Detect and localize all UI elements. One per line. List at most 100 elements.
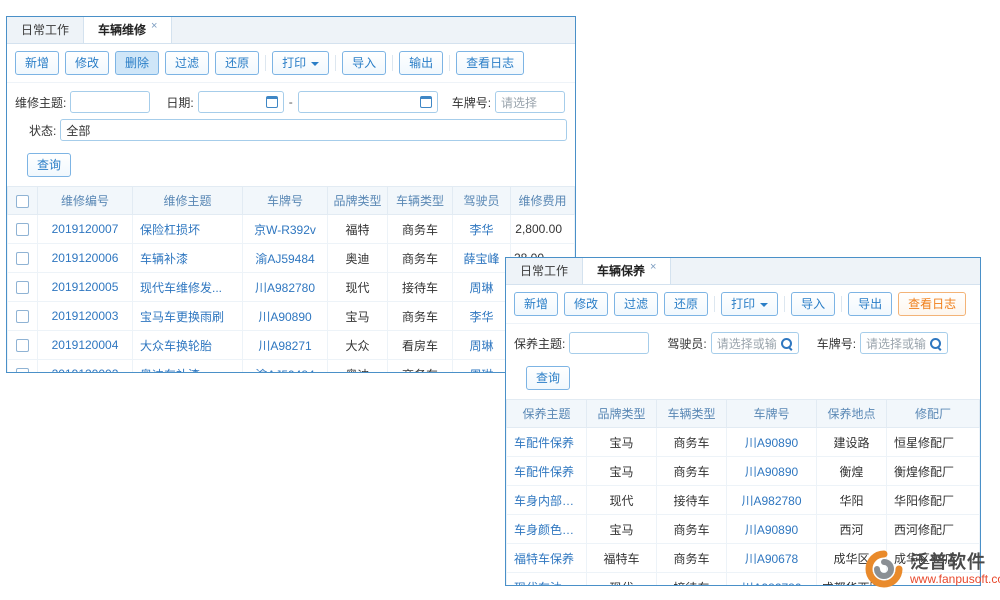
table-row[interactable]: 车身内部保养现代接待车川A982780华阳华阳修配厂 [507, 486, 980, 515]
close-tab-icon[interactable]: × [650, 261, 656, 273]
cell[interactable]: 川A982780 [727, 486, 817, 515]
search-icon[interactable] [929, 337, 942, 350]
cell[interactable]: 现代车维修发... [133, 273, 243, 302]
column-header[interactable]: 车辆类型 [657, 400, 727, 428]
edit-button[interactable]: 修改 [65, 51, 109, 75]
query-button[interactable]: 查询 [27, 153, 71, 177]
select-all-checkbox[interactable] [16, 195, 29, 208]
filter-button[interactable]: 过滤 [165, 51, 209, 75]
calendar-icon[interactable] [420, 96, 432, 108]
export-button[interactable]: 导出 [848, 292, 892, 316]
row-checkbox[interactable] [16, 368, 29, 373]
output-button[interactable]: 输出 [399, 51, 443, 75]
column-header[interactable]: 保养主题 [507, 400, 587, 428]
status-select[interactable]: 全部 [60, 119, 567, 141]
cell[interactable]: 车身颜色保养 [507, 515, 587, 544]
print-button[interactable]: 打印 [721, 292, 778, 316]
column-header[interactable]: 维修编号 [38, 187, 133, 215]
cell[interactable]: 渝AJ59484 [243, 244, 328, 273]
cell[interactable]: 川A90890 [727, 457, 817, 486]
view-log-button[interactable]: 查看日志 [898, 292, 966, 316]
close-tab-icon[interactable]: × [151, 20, 157, 32]
add-button[interactable]: 新增 [514, 292, 558, 316]
restore-button[interactable]: 还原 [664, 292, 708, 316]
query-button[interactable]: 查询 [526, 366, 570, 390]
table-row[interactable]: 2019120003宝马车更换雨刷川A90890宝马商务车李华 [8, 302, 575, 331]
cell[interactable]: 2019120006 [38, 244, 133, 273]
import-button[interactable]: 导入 [791, 292, 835, 316]
cell[interactable]: 李华 [453, 302, 511, 331]
repair-subject-input[interactable] [70, 91, 150, 113]
cell[interactable]: 大众车换轮胎 [133, 331, 243, 360]
view-log-button[interactable]: 查看日志 [456, 51, 524, 75]
tab-daily-work[interactable]: 日常工作 [506, 258, 582, 284]
column-header[interactable]: 品牌类型 [328, 187, 388, 215]
add-button[interactable]: 新增 [15, 51, 59, 75]
cell[interactable]: 京W-R392v [243, 215, 328, 244]
cell[interactable]: 福特车保养 [507, 544, 587, 573]
column-header[interactable]: 车牌号 [243, 187, 328, 215]
restore-button[interactable]: 还原 [215, 51, 259, 75]
column-header[interactable]: 维修主题 [133, 187, 243, 215]
column-header[interactable]: 修配厂 [887, 400, 980, 428]
row-checkbox[interactable] [16, 223, 29, 236]
cell[interactable]: 川A90890 [727, 428, 817, 457]
column-header[interactable]: 驾驶员 [453, 187, 511, 215]
cell[interactable]: 川A90890 [243, 302, 328, 331]
driver-input[interactable]: 请选择或输 [711, 332, 799, 354]
row-checkbox[interactable] [16, 252, 29, 265]
cell[interactable]: 车配件保养 [507, 457, 587, 486]
date-to-input[interactable] [298, 91, 438, 113]
tab-daily-work[interactable]: 日常工作 [7, 17, 83, 43]
row-checkbox[interactable] [16, 281, 29, 294]
cell[interactable]: 川A98271 [243, 331, 328, 360]
tab-vehicle-repair[interactable]: 车辆维修× [83, 17, 172, 43]
date-from-input[interactable] [198, 91, 284, 113]
cell[interactable]: 薛宝峰 [453, 244, 511, 273]
tab-vehicle-maintenance[interactable]: 车辆保养× [582, 258, 671, 284]
cell[interactable]: 宝马车更换雨刷 [133, 302, 243, 331]
cell[interactable]: 川A90890 [727, 515, 817, 544]
column-header[interactable]: 车辆类型 [388, 187, 453, 215]
cell[interactable]: 川A982780 [727, 573, 817, 587]
column-header[interactable]: 车牌号 [727, 400, 817, 428]
cell[interactable]: 川A982780 [243, 273, 328, 302]
cell[interactable]: 2019120005 [38, 273, 133, 302]
search-icon[interactable] [780, 337, 793, 350]
table-row[interactable]: 车配件保养宝马商务车川A90890衡煌衡煌修配厂 [507, 457, 980, 486]
cell[interactable]: 车配件保养 [507, 428, 587, 457]
cell[interactable]: 李华 [453, 215, 511, 244]
maintenance-subject-input[interactable] [569, 332, 649, 354]
cell[interactable]: 川A90678 [727, 544, 817, 573]
table-row[interactable]: 车配件保养宝马商务车川A90890建设路恒星修配厂 [507, 428, 980, 457]
maintenance-plate-input[interactable]: 请选择或输 [860, 332, 948, 354]
cell[interactable]: 保险杠损坏 [133, 215, 243, 244]
cell[interactable]: 2019120002 [38, 360, 133, 374]
print-button[interactable]: 打印 [272, 51, 329, 75]
import-button[interactable]: 导入 [342, 51, 386, 75]
cell[interactable]: 周琳 [453, 273, 511, 302]
cell[interactable]: 2019120003 [38, 302, 133, 331]
cell[interactable]: 2019120007 [38, 215, 133, 244]
cell[interactable]: 现代车油箱维修 [507, 573, 587, 587]
table-row[interactable]: 2019120005现代车维修发...川A982780现代接待车周琳 [8, 273, 575, 302]
cell[interactable]: 2019120004 [38, 331, 133, 360]
filter-button[interactable]: 过滤 [614, 292, 658, 316]
column-header[interactable]: 品牌类型 [587, 400, 657, 428]
cell[interactable]: 周琳 [453, 331, 511, 360]
cell[interactable]: 奥迪车补漆 [133, 360, 243, 374]
table-row[interactable]: 2019120002奥迪车补漆渝AJ59484奥迪商务车周琳 [8, 360, 575, 374]
table-row[interactable]: 2019120004大众车换轮胎川A98271大众看房车周琳 [8, 331, 575, 360]
row-checkbox[interactable] [16, 339, 29, 352]
table-row[interactable]: 车身颜色保养宝马商务车川A90890西河西河修配厂 [507, 515, 980, 544]
row-checkbox[interactable] [16, 310, 29, 323]
calendar-icon[interactable] [266, 96, 278, 108]
table-row[interactable]: 2019120006车辆补漆渝AJ59484奥迪商务车薛宝峰28,000.00 [8, 244, 575, 273]
repair-plate-input[interactable]: 请选择 [495, 91, 565, 113]
delete-button[interactable]: 删除 [115, 51, 159, 75]
column-header[interactable]: 维修费用 [511, 187, 575, 215]
cell[interactable]: 渝AJ59484 [243, 360, 328, 374]
column-header[interactable]: 保养地点 [817, 400, 887, 428]
cell[interactable]: 车身内部保养 [507, 486, 587, 515]
cell[interactable]: 车辆补漆 [133, 244, 243, 273]
